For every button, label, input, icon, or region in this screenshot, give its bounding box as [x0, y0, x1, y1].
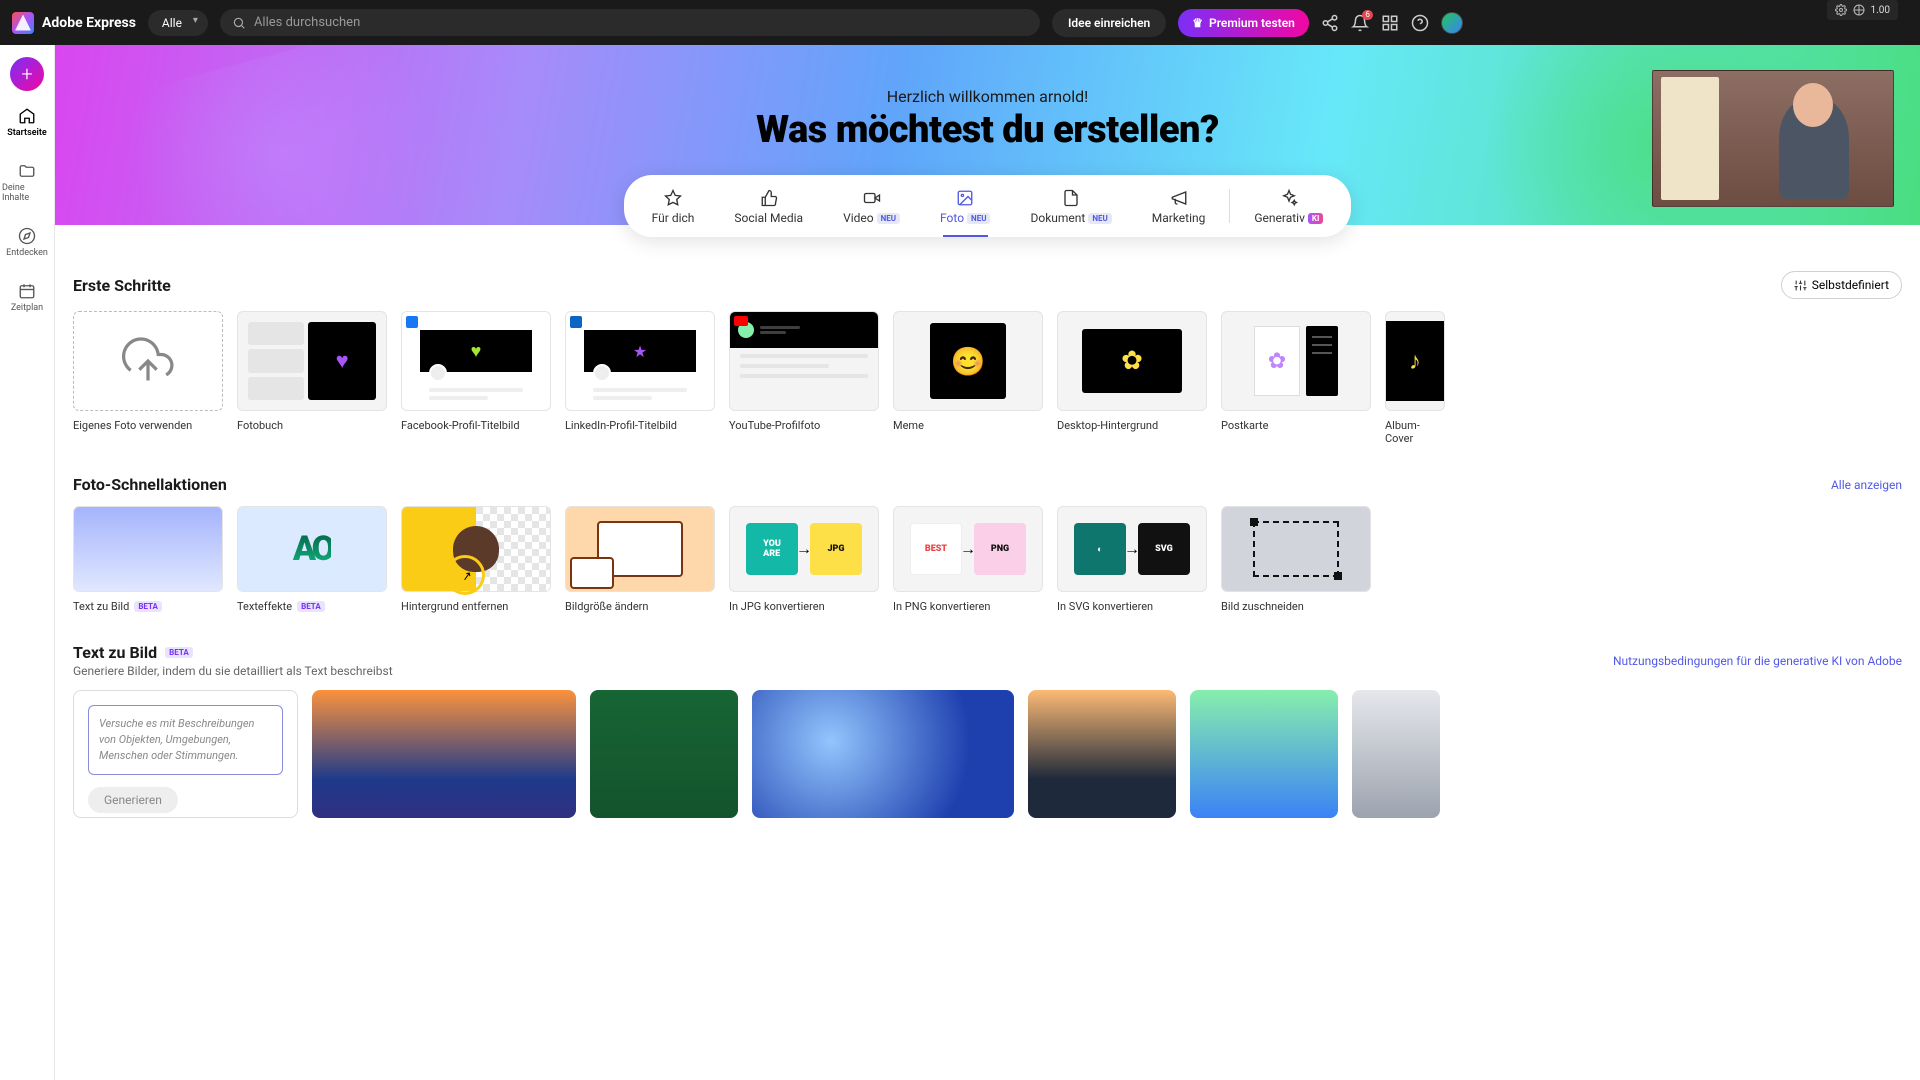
generate-button[interactable]: Generieren — [88, 787, 178, 813]
sample-image[interactable] — [1352, 690, 1440, 818]
card-linkedin-cover[interactable]: ★ LinkedIn-Profil-Titelbild — [565, 311, 715, 445]
section-text-to-image: Text zu Bild BETA Generiere Bilder, inde… — [55, 619, 1920, 824]
premium-label: Premium testen — [1209, 16, 1295, 30]
left-sidebar: + Startseite Deine Inhalte Entdecken Zei… — [0, 45, 55, 1080]
sample-image[interactable] — [752, 690, 1014, 818]
sidebar-item-content[interactable]: Deine Inhalte — [0, 154, 54, 211]
card-postcard[interactable]: ✿ Postkarte — [1221, 311, 1371, 445]
category-dropdown[interactable]: Alle — [148, 10, 208, 36]
crown-icon: ♛ — [1192, 16, 1203, 30]
qa-resize[interactable]: Bildgröße ändern — [565, 506, 715, 613]
notif-badge: 6 — [1362, 10, 1373, 20]
document-icon — [1062, 189, 1080, 207]
tab-video[interactable]: VideoNEU — [823, 175, 920, 237]
qa-crop[interactable]: Bild zuschneiden — [1221, 506, 1371, 613]
sample-image[interactable] — [1028, 690, 1176, 818]
tab-foto[interactable]: FotoNEU — [920, 175, 1010, 237]
brand-logo[interactable]: Adobe Express — [12, 12, 136, 34]
tab-foryou[interactable]: Für dich — [632, 175, 715, 237]
sliders-icon — [1794, 279, 1807, 292]
submit-idea-button[interactable]: Idee einreichen — [1052, 9, 1166, 37]
show-all-link[interactable]: Alle anzeigen — [1831, 478, 1902, 492]
webcam-overlay — [1652, 70, 1894, 207]
debug-value: 1.00 — [1871, 5, 1891, 16]
custom-size-button[interactable]: Selbstdefiniert — [1781, 271, 1902, 299]
share-icon[interactable] — [1321, 14, 1339, 32]
sidebar-item-schedule[interactable]: Zeitplan — [0, 274, 54, 321]
star-icon — [664, 189, 682, 207]
image-icon — [956, 189, 974, 207]
help-icon[interactable] — [1411, 14, 1429, 32]
card-facebook-cover[interactable]: ♥ Facebook-Profil-Titelbild — [401, 311, 551, 445]
search-input[interactable] — [254, 15, 1028, 30]
create-new-button[interactable]: + — [10, 57, 44, 91]
megaphone-icon — [1170, 189, 1188, 207]
qa-convert-svg[interactable]: ◐→SVG In SVG konvertieren — [1057, 506, 1207, 613]
qa-remove-bg[interactable]: Hintergrund entfernen — [401, 506, 551, 613]
card-fotobuch[interactable]: ♥ Fotobuch — [237, 311, 387, 445]
card-youtube-avatar[interactable]: YouTube-Profilfoto — [729, 311, 879, 445]
search-bar[interactable] — [220, 9, 1040, 36]
upload-cloud-icon — [122, 335, 174, 387]
section-subtitle: Generiere Bilder, indem du sie detaillie… — [73, 664, 393, 678]
sidebar-label: Startseite — [7, 128, 47, 138]
product-name: Adobe Express — [42, 15, 136, 31]
top-header: Adobe Express Alle Idee einreichen ♛ Pre… — [0, 0, 1920, 45]
adobe-express-icon — [12, 12, 34, 34]
welcome-text: Herzlich willkommen arnold! — [887, 87, 1089, 106]
sidebar-item-discover[interactable]: Entdecken — [0, 219, 54, 266]
generate-prompt-card: Versuche es mit Beschreibungen von Objek… — [73, 690, 298, 818]
sample-image[interactable] — [1190, 690, 1338, 818]
tab-social[interactable]: Social Media — [714, 175, 823, 237]
main-content: Herzlich willkommen arnold! Was möchtest… — [55, 45, 1920, 824]
section-quick-actions: Foto-Schnellaktionen Alle anzeigen Text … — [55, 451, 1920, 619]
sidebar-label: Entdecken — [6, 248, 48, 258]
section-title: Text zu Bild — [73, 643, 157, 662]
terms-link[interactable]: Nutzungsbedingungen für die generative K… — [1613, 654, 1902, 668]
sparkle-icon — [1280, 189, 1298, 207]
compass-icon — [18, 227, 36, 245]
qa-text-effects[interactable]: AO TexteffekteBETA — [237, 506, 387, 613]
sidebar-label: Zeitplan — [11, 303, 43, 313]
category-selected[interactable]: Alle — [148, 10, 208, 36]
premium-button[interactable]: ♛ Premium testen — [1178, 9, 1309, 37]
sidebar-item-home[interactable]: Startseite — [0, 99, 54, 146]
section-title: Foto-Schnellaktionen — [73, 475, 227, 494]
qa-convert-jpg[interactable]: YOUARE→JPG In JPG konvertieren — [729, 506, 879, 613]
qa-convert-png[interactable]: BEST→PNG In PNG konvertieren — [893, 506, 1043, 613]
video-icon — [863, 189, 881, 207]
apps-icon[interactable] — [1381, 14, 1399, 32]
tab-document[interactable]: DokumentNEU — [1010, 175, 1131, 237]
home-icon — [18, 107, 36, 125]
sidebar-label: Deine Inhalte — [2, 183, 52, 203]
thumbs-up-icon — [760, 189, 778, 207]
category-tabs: Für dich Social Media VideoNEU FotoNEU D… — [624, 175, 1352, 237]
prompt-input[interactable]: Versuche es mit Beschreibungen von Objek… — [88, 705, 283, 775]
card-album-cover[interactable]: ♪ Album-Cover — [1385, 311, 1445, 445]
qa-text-to-image[interactable]: Text zu BildBETA — [73, 506, 223, 613]
tab-generative[interactable]: GenerativKI — [1234, 175, 1343, 237]
debug-overlay: 1.00 — [1827, 0, 1899, 20]
beta-badge: BETA — [165, 647, 193, 658]
sample-image[interactable] — [590, 690, 738, 818]
youtube-icon — [734, 316, 748, 326]
card-desktop-bg[interactable]: ✿ Desktop-Hintergrund — [1057, 311, 1207, 445]
folder-icon — [18, 162, 36, 180]
search-icon — [232, 16, 246, 30]
user-avatar[interactable] — [1441, 12, 1463, 34]
notifications-icon[interactable]: 6 — [1351, 14, 1369, 32]
card-upload-own[interactable]: Eigenes Foto verwenden — [73, 311, 223, 445]
section-first-steps: Erste Schritte Selbstdefiniert Eigenes F… — [55, 247, 1920, 451]
tab-marketing[interactable]: Marketing — [1132, 175, 1226, 237]
section-title: Erste Schritte — [73, 276, 171, 295]
hero-headline: Was möchtest du erstellen? — [756, 108, 1219, 152]
calendar-icon — [18, 282, 36, 300]
card-meme[interactable]: 😊 Meme — [893, 311, 1043, 445]
sample-image[interactable] — [312, 690, 576, 818]
